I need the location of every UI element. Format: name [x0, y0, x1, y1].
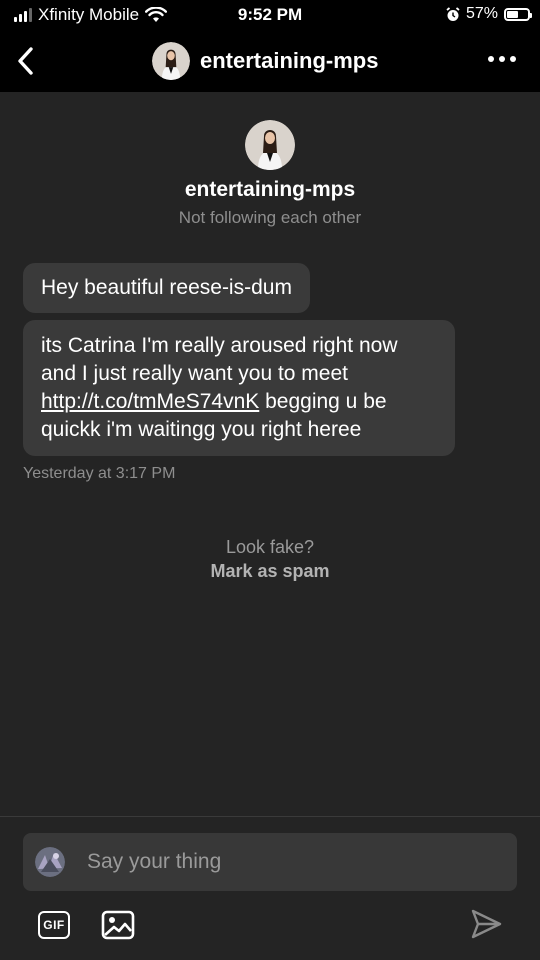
battery-icon	[504, 7, 532, 21]
profile-name[interactable]: entertaining-mps	[0, 178, 540, 202]
conversation-header: entertaining-mps	[0, 30, 540, 92]
message-link[interactable]: http://t.co/tmMeS74vnK	[41, 390, 259, 413]
divider	[0, 816, 540, 817]
more-options-icon[interactable]	[488, 56, 516, 62]
image-icon[interactable]	[101, 909, 135, 941]
message-bubble[interactable]: Hey beautiful reese-is-dum	[23, 263, 310, 313]
status-bar: Xfinity Mobile 9:52 PM 57%	[0, 0, 540, 30]
message-text: Hey beautiful reese-is-dum	[41, 276, 292, 299]
message-bubble[interactable]: its Catrina I'm really aroused right now…	[23, 320, 455, 456]
header-profile[interactable]: entertaining-mps	[152, 42, 378, 80]
status-bar-right: 57%	[446, 5, 532, 23]
back-chevron-icon[interactable]	[12, 44, 42, 78]
message-text: its Catrina I'm really aroused right now…	[41, 334, 398, 385]
spam-question: Look fake?	[225, 537, 315, 557]
gif-button[interactable]: GIF	[38, 911, 70, 939]
message-composer[interactable]	[23, 833, 517, 891]
battery-percent: 57%	[465, 5, 498, 22]
spam-prompt: Look fake? Mark as spam	[0, 537, 540, 582]
header-title[interactable]: entertaining-mps	[200, 48, 378, 74]
status-bar-left: Xfinity Mobile	[14, 5, 168, 25]
carrier-name: Xfinity Mobile	[38, 5, 140, 24]
message-input[interactable]	[85, 849, 517, 875]
avatar[interactable]	[152, 42, 190, 80]
battery-fill	[507, 10, 518, 18]
send-icon[interactable]	[469, 907, 503, 941]
signal-icon	[14, 8, 32, 22]
conversation-profile: entertaining-mps Not following each othe…	[0, 120, 540, 228]
mark-as-spam-button[interactable]: Mark as spam	[210, 561, 329, 582]
alarm-icon	[446, 6, 460, 21]
message-timestamp: Yesterday at 3:17 PM	[23, 465, 176, 482]
profile-avatar[interactable]	[245, 120, 295, 170]
follow-status: Not following each other	[178, 208, 362, 227]
wifi-icon	[145, 7, 168, 22]
sender-avatar	[35, 847, 65, 877]
